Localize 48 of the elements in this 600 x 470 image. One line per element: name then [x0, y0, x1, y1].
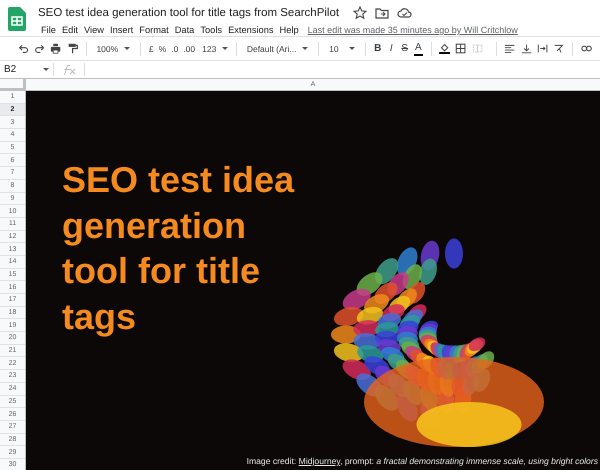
menu-item[interactable]: Insert [107, 25, 136, 35]
link-icon[interactable] [580, 43, 592, 54]
paint-format-icon[interactable] [66, 43, 78, 54]
strikethrough-button[interactable]: S [400, 43, 410, 54]
caret-icon [348, 47, 355, 50]
star-icon[interactable] [353, 6, 368, 20]
function-icon [64, 64, 76, 74]
cloud-icon[interactable] [397, 6, 412, 20]
number-format-dropdown[interactable]: 123 [200, 42, 228, 54]
increase-decimals-button[interactable]: .00 [183, 44, 196, 54]
headline: SEO test idea generation tool for title tags [62, 158, 296, 339]
midjourney-link[interactable]: Midjourney [298, 456, 340, 466]
menu-item[interactable]: Tools [197, 25, 226, 35]
percent-button[interactable]: % [158, 44, 166, 54]
image-credit: Image credit: Midjourney, prompt: a fractal demonstrating immense scale, using bright colors [246, 456, 598, 466]
print-icon[interactable] [50, 43, 62, 54]
text-rotate-icon[interactable] [552, 43, 564, 54]
sheets-logo-icon[interactable] [8, 7, 26, 31]
menu-item[interactable]: Extensions [225, 25, 277, 35]
borders-icon[interactable] [455, 43, 467, 54]
currency-button[interactable]: £ [148, 44, 154, 54]
caret-icon [302, 47, 308, 50]
menu-item[interactable]: View [81, 25, 107, 35]
undo-icon[interactable] [18, 43, 30, 54]
italic-button[interactable]: I [386, 43, 396, 54]
bold-button[interactable]: B [373, 43, 382, 54]
decrease-decimals-button[interactable]: .0 [171, 44, 178, 54]
caret-icon [222, 47, 228, 50]
align-left-icon[interactable] [504, 43, 516, 54]
folder-icon[interactable] [375, 6, 390, 20]
text-wrap-icon[interactable] [536, 43, 548, 54]
menu-item[interactable]: Data [172, 25, 198, 35]
font-size-dropdown[interactable]: 10 [327, 42, 357, 54]
menu-item[interactable]: File [38, 25, 59, 35]
menu-item[interactable]: Edit [58, 25, 82, 35]
vertical-align-icon[interactable] [520, 43, 532, 54]
redo-icon[interactable] [34, 43, 46, 54]
fill-color-icon[interactable] [439, 43, 450, 54]
caret-icon [43, 68, 49, 71]
menu-item[interactable]: Help [276, 25, 302, 35]
zoom-dropdown[interactable]: 100% [94, 42, 132, 54]
caret-icon [124, 47, 130, 50]
last-edit-link[interactable]: Last edit was made 35 minutes ago by Will Critchlow [308, 25, 518, 35]
name-box[interactable]: B2 [0, 63, 54, 76]
text-color-button[interactable]: A [414, 42, 423, 56]
menu-item[interactable]: Format [136, 25, 172, 35]
font-dropdown[interactable]: Default (Ari... [244, 42, 310, 54]
document-title[interactable]: SEO test idea generation tool for title tags from SearchPilot [38, 7, 340, 19]
